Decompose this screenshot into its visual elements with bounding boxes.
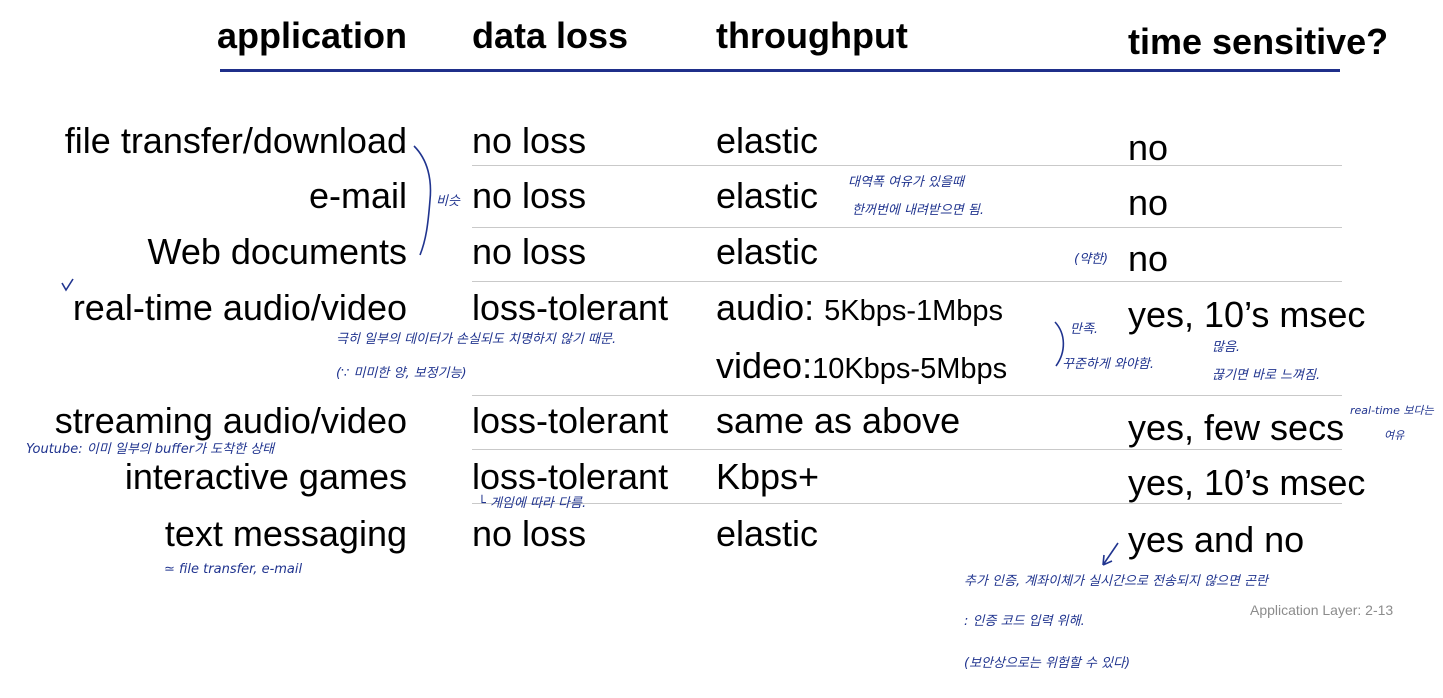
annotation-streaming-2: 여유 — [1384, 429, 1405, 442]
annotation-many-1: 많음. — [1212, 340, 1241, 355]
slide-footer: Application Layer: 2-13 — [1250, 602, 1394, 618]
annotation-weak: (약한) — [1074, 252, 1109, 267]
annotation-streaming-1: real-time 보다는 — [1350, 404, 1434, 417]
annotation-text-equiv: ≃ file transfer, e-mail — [164, 562, 303, 577]
annotation-games: └ 게임에 따라 다름. — [478, 496, 587, 511]
annotation-guarantee-1: 만족. — [1070, 322, 1099, 337]
annotation-guarantee-2: 꾸준하게 와야함. — [1062, 357, 1154, 372]
annotation-youtube: Youtube: 이미 일부의 buffer가 도착한 상태 — [26, 442, 275, 457]
annotation-many-2: 끊기면 바로 느껴짐. — [1212, 368, 1321, 383]
arrow-mark — [1102, 542, 1119, 566]
annotation-yes-no-1: 추가 인증, 계좌이체가 실시간으로 전송되지 않으면 곤란 — [964, 574, 1269, 589]
annotation-similar: 비슷 — [436, 194, 460, 209]
annotation-elastic-1: 대역폭 여유가 있을때 — [848, 175, 964, 190]
annotation-yes-no-2: : 인증 코드 입력 위해. — [964, 614, 1085, 629]
annotation-elastic-2: 한꺼번에 내려받으면 됨. — [852, 203, 984, 218]
annotation-realtime-2: (∵ 미미한 양, 보정기능) — [336, 366, 467, 381]
brace-mark — [413, 145, 432, 256]
annotation-realtime-1: 극히 일부의 데이터가 손실되도 치명하지 않기 때문. — [336, 332, 617, 347]
annotation-yes-no-3: (보안상으로는 위험할 수 있다) — [964, 656, 1131, 671]
checkmark — [61, 278, 74, 292]
